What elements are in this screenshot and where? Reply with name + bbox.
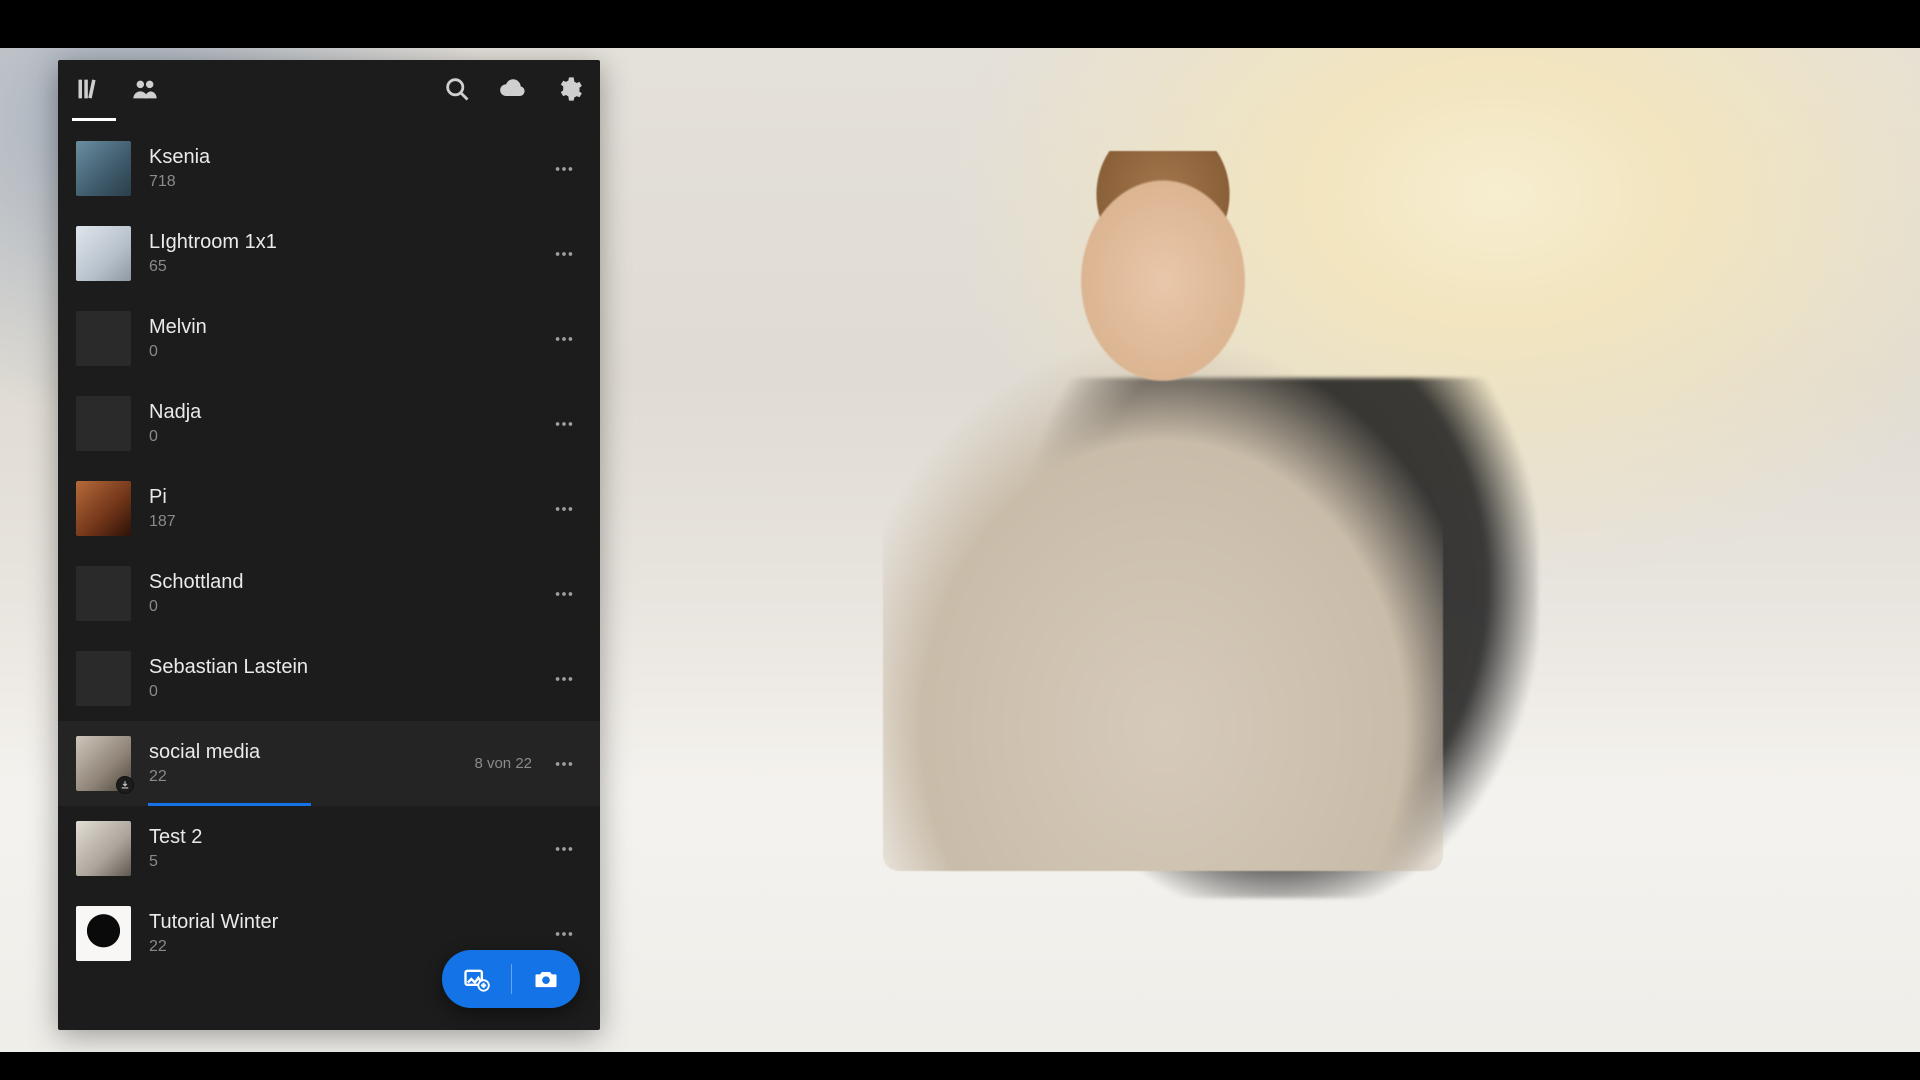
lightroom-panel: Ksenia 718 LIghtroom 1x1 65 Melvin 0 Nadja 0 Pi 1… xyxy=(58,60,600,1030)
active-tab-indicator xyxy=(72,118,116,121)
album-meta: Schottland 0 xyxy=(149,571,550,616)
album-count: 5 xyxy=(149,853,550,871)
album-row[interactable]: Nadja 0 xyxy=(58,381,600,466)
album-more-button[interactable] xyxy=(550,243,578,265)
album-more-button[interactable] xyxy=(550,923,578,945)
album-row[interactable]: social media 228 von 22 xyxy=(58,721,600,806)
album-meta: Ksenia 718 xyxy=(149,146,550,191)
album-more-button[interactable] xyxy=(550,328,578,350)
album-more-button[interactable] xyxy=(550,753,578,775)
album-more-button[interactable] xyxy=(550,158,578,180)
camera-icon xyxy=(532,965,560,993)
album-thumbnail xyxy=(76,226,131,281)
letterbox-bottom xyxy=(0,1052,1920,1080)
album-title: Pi xyxy=(149,486,550,509)
album-more-button[interactable] xyxy=(550,498,578,520)
album-meta: Pi 187 xyxy=(149,486,550,531)
album-row[interactable]: Schottland 0 xyxy=(58,551,600,636)
album-thumbnail xyxy=(76,141,131,196)
library-tab[interactable] xyxy=(72,72,106,106)
shared-tab[interactable] xyxy=(128,72,162,106)
more-icon xyxy=(553,243,575,265)
more-icon xyxy=(553,838,575,860)
library-icon xyxy=(75,75,103,103)
import-button[interactable] xyxy=(442,950,511,1008)
cloud-button[interactable] xyxy=(496,72,530,106)
topbar xyxy=(58,60,600,118)
people-icon xyxy=(131,75,159,103)
add-fab xyxy=(442,950,580,1008)
album-title: Test 2 xyxy=(149,826,550,849)
album-meta: Sebastian Lastein 0 xyxy=(149,656,550,701)
album-row[interactable]: Ksenia 718 xyxy=(58,126,600,211)
album-meta: Test 2 5 xyxy=(149,826,550,871)
album-thumbnail xyxy=(76,481,131,536)
album-count: 0 xyxy=(149,683,550,701)
album-row[interactable]: Test 2 5 xyxy=(58,806,600,891)
album-title: Ksenia xyxy=(149,146,550,169)
album-thumbnail xyxy=(76,651,131,706)
album-title: LIghtroom 1x1 xyxy=(149,231,550,254)
download-badge-icon xyxy=(120,780,130,790)
album-title: Melvin xyxy=(149,316,550,339)
more-icon xyxy=(553,583,575,605)
album-list[interactable]: Ksenia 718 LIghtroom 1x1 65 Melvin 0 Nadja 0 Pi 1… xyxy=(58,126,600,1030)
background-person xyxy=(883,151,1443,871)
album-row[interactable]: Sebastian Lastein 0 xyxy=(58,636,600,721)
cloud-icon xyxy=(499,75,527,103)
more-icon xyxy=(553,668,575,690)
album-count: 0 xyxy=(149,343,550,361)
more-icon xyxy=(553,328,575,350)
album-count: 65 xyxy=(149,258,550,276)
album-title: Nadja xyxy=(149,401,550,424)
album-title: social media xyxy=(149,741,474,764)
album-thumbnail xyxy=(76,311,131,366)
more-icon xyxy=(553,158,575,180)
image-add-icon xyxy=(462,965,490,993)
album-thumbnail xyxy=(76,821,131,876)
more-icon xyxy=(553,923,575,945)
album-more-button[interactable] xyxy=(550,583,578,605)
album-title: Sebastian Lastein xyxy=(149,656,550,679)
more-icon xyxy=(553,753,575,775)
album-meta: Melvin 0 xyxy=(149,316,550,361)
album-thumbnail xyxy=(76,736,131,791)
album-thumbnail xyxy=(76,906,131,961)
album-count: 0 xyxy=(149,598,550,616)
more-icon xyxy=(553,498,575,520)
gear-icon xyxy=(555,75,583,103)
camera-button[interactable] xyxy=(512,950,581,1008)
album-meta: social media 22 xyxy=(149,741,474,786)
album-meta: LIghtroom 1x1 65 xyxy=(149,231,550,276)
album-meta: Nadja 0 xyxy=(149,401,550,446)
album-thumbnail xyxy=(76,566,131,621)
search-icon xyxy=(443,75,471,103)
album-more-button[interactable] xyxy=(550,668,578,690)
album-more-button[interactable] xyxy=(550,838,578,860)
search-button[interactable] xyxy=(440,72,474,106)
settings-button[interactable] xyxy=(552,72,586,106)
album-count: 22 xyxy=(149,768,474,786)
letterbox-top xyxy=(0,0,1920,48)
album-count: 718 xyxy=(149,173,550,191)
download-badge xyxy=(116,776,134,794)
more-icon xyxy=(553,413,575,435)
album-title: Schottland xyxy=(149,571,550,594)
album-count: 187 xyxy=(149,513,550,531)
album-row[interactable]: Pi 187 xyxy=(58,466,600,551)
album-row[interactable]: LIghtroom 1x1 65 xyxy=(58,211,600,296)
sync-status: 8 von 22 xyxy=(474,755,532,772)
album-row[interactable]: Melvin 0 xyxy=(58,296,600,381)
album-title: Tutorial Winter xyxy=(149,911,550,934)
album-count: 0 xyxy=(149,428,550,446)
album-thumbnail xyxy=(76,396,131,451)
album-more-button[interactable] xyxy=(550,413,578,435)
